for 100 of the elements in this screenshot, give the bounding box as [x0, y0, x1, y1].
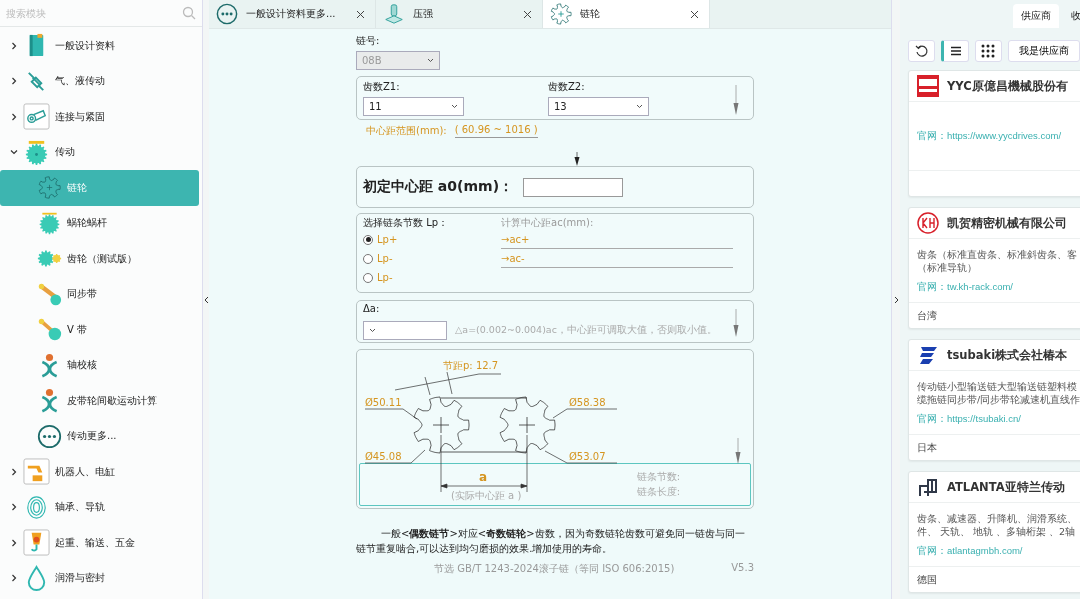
- range-value: ( 60.96 ~ 1016 ): [454, 124, 538, 138]
- result-value: →ac+: [501, 233, 530, 245]
- refresh-button[interactable]: [908, 40, 936, 62]
- belt-icon: [37, 281, 62, 307]
- hook-icon: [23, 529, 50, 557]
- grid-view-button[interactable]: [974, 40, 1002, 62]
- result-label: 链条长度:: [636, 484, 680, 499]
- tree-item[interactable]: 传动: [0, 134, 199, 170]
- down-arrow-icon: [733, 308, 739, 337]
- caret-icon: [451, 104, 458, 109]
- caret-icon: [427, 58, 434, 63]
- tab[interactable]: 一般设计资料更多...: [209, 0, 376, 28]
- caret-icon: [369, 328, 376, 333]
- chevron-icon[interactable]: [10, 41, 18, 50]
- expand-icon[interactable]: [893, 295, 899, 304]
- dimension-label: a: [479, 470, 488, 484]
- belt-icon: [37, 317, 62, 343]
- collapse-icon[interactable]: [203, 295, 209, 304]
- field-label: 链号:: [356, 34, 381, 48]
- logo-icon: [917, 476, 939, 498]
- region-text: 台湾: [917, 308, 937, 323]
- supplier-name: ATLANTA亚特兰传动: [947, 479, 1065, 495]
- field-label: 计算中心距ac(mm):: [501, 216, 595, 230]
- down-arrow-icon: [735, 438, 741, 464]
- dimension-label: Ø58.38: [569, 397, 606, 408]
- logo-icon: [917, 212, 939, 234]
- source-text: 节选 GB/T 1243-2024滚子链（等同 ISO 606:2015): [434, 562, 675, 576]
- dimension-label: Ø53.07: [569, 451, 606, 462]
- input-field[interactable]: [523, 177, 624, 197]
- more-icon: [216, 3, 238, 25]
- supplier-description: 齿条（标准直齿条、标准斜齿条、客 （标准导轨）: [917, 248, 1078, 274]
- note-text: 一般<偶数链节>对应<奇数链轮>齿数，因为奇数链轮齿数可避免同一链齿与同一链节重复啮合,可以达到均匀磨损的效果.增加使用的寿命。: [356, 527, 746, 556]
- chevron-icon[interactable]: [10, 503, 18, 512]
- chevron-icon[interactable]: [10, 574, 18, 583]
- gauge-icon: [383, 3, 405, 25]
- region-text: 日本: [917, 440, 937, 455]
- tab[interactable]: 收: [1063, 4, 1080, 28]
- bolt-icon: [23, 103, 50, 131]
- tree-item[interactable]: 机器人、电缸: [0, 454, 199, 490]
- range-label: 中心距范围(mm):: [366, 124, 447, 138]
- tree-item[interactable]: 起重、输送、五金: [0, 525, 199, 561]
- tree-item[interactable]: 轴校核: [0, 347, 199, 383]
- refresh-icon: [914, 44, 929, 58]
- tree-item[interactable]: 皮带轮间歇运动计算: [0, 383, 199, 419]
- result-label: 链条节数:: [636, 469, 680, 484]
- chevron-icon[interactable]: [10, 148, 18, 157]
- grid-icon: [981, 44, 996, 58]
- version-text: V5.3: [731, 562, 754, 575]
- chevron-icon[interactable]: [10, 538, 18, 547]
- down-arrow-icon: [733, 84, 739, 115]
- dimension-label: Ø45.08: [365, 451, 402, 462]
- supplier-button[interactable]: 我是供应商: [1008, 40, 1080, 62]
- tree-item[interactable]: V 带: [0, 312, 199, 348]
- field-label: Δa:: [363, 303, 381, 314]
- list-view-button[interactable]: [941, 40, 969, 62]
- dropdown[interactable]: 11: [363, 97, 464, 116]
- supplier-description: 齿条、减速器、升降机、润滑系统、 件、 天轨、 地轨 、多轴桁架 、2轴: [917, 512, 1078, 538]
- logo-icon: [917, 344, 939, 366]
- dimension-label: Ø50.11: [365, 397, 402, 408]
- tab[interactable]: 链轮: [543, 0, 710, 28]
- tree-item[interactable]: 同步带: [0, 276, 199, 312]
- result-value: →ac-: [501, 252, 525, 264]
- chevron-icon[interactable]: [10, 467, 18, 476]
- robot-arm-icon: [23, 458, 50, 486]
- tree-item[interactable]: 连接与紧固: [0, 99, 199, 135]
- hint-text: △a=(0.002~0.004)ac，中心距可调取大值，否则取小值。: [455, 324, 717, 337]
- supplier-name: 凯贺精密机械有限公司: [947, 215, 1067, 231]
- dimension-caption: (实际中心距 a ): [451, 490, 522, 501]
- more-icon: [37, 423, 62, 449]
- gear-icon: [23, 138, 50, 166]
- tree-item[interactable]: 齿轮（测试版）: [0, 241, 199, 277]
- dropdown[interactable]: 13: [548, 97, 649, 116]
- tree-item[interactable]: 蜗轮蜗杆: [0, 205, 199, 241]
- sprocket-icon: [37, 175, 62, 201]
- connector-arrow: [574, 152, 580, 166]
- field-label: 齿数Z2:: [548, 80, 586, 94]
- tree-item[interactable]: 一般设计资料: [0, 28, 199, 64]
- caret-icon: [636, 104, 643, 109]
- sprocket-icon: [550, 3, 572, 25]
- tree-item[interactable]: 润滑与密封: [0, 560, 199, 596]
- field-label: 选择链条节数 Lp：: [363, 216, 450, 230]
- field-label: 初定中心距 a0(mm)：: [363, 178, 514, 196]
- close-icon[interactable]: [356, 9, 365, 19]
- supplier-name: YYC原億昌機械股份有: [947, 78, 1068, 94]
- region-text: 德国: [917, 572, 937, 587]
- chevron-icon[interactable]: [10, 77, 18, 86]
- field-label: 齿数Z1:: [363, 80, 401, 94]
- tree-item[interactable]: 轴承、导轨: [0, 489, 199, 525]
- close-icon[interactable]: [523, 9, 532, 19]
- chevron-icon[interactable]: [10, 112, 18, 121]
- logo-icon: [917, 75, 939, 97]
- menu-icon: [949, 44, 963, 58]
- supplier-description: 传动链小型输送链大型输送链塑料模 缆拖链同步带/同步带轮减速机直线作: [917, 380, 1080, 406]
- close-icon[interactable]: [690, 9, 699, 19]
- gear-icon: [37, 210, 62, 236]
- tab[interactable]: 供应商: [1013, 4, 1059, 28]
- tree-item[interactable]: 气、液传动: [0, 63, 199, 99]
- supplier-name: tsubaki株式会社椿本: [947, 347, 1068, 363]
- pitch-label: 节距p: 12.7: [443, 360, 499, 371]
- tree-item[interactable]: 传动更多...: [0, 418, 199, 454]
